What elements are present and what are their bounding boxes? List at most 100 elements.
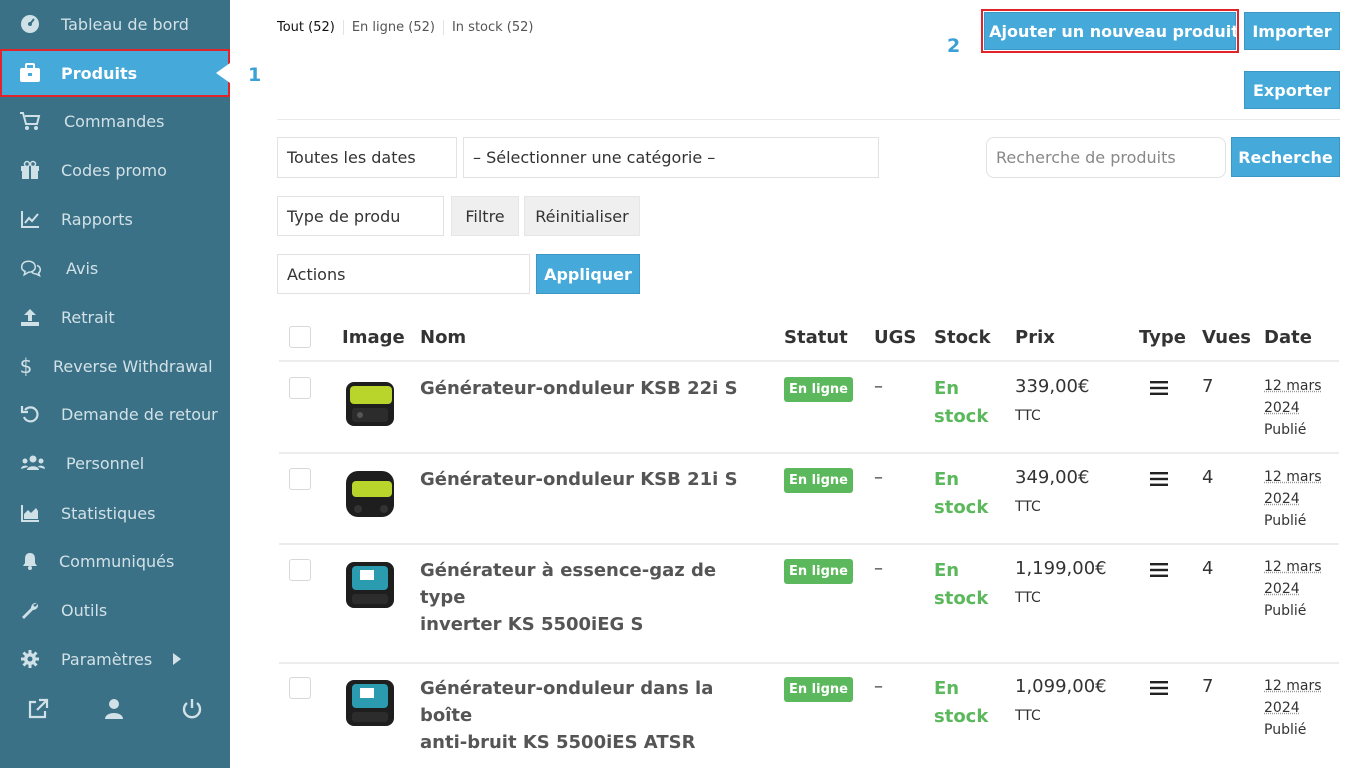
column-header-price[interactable]: Prix <box>1015 327 1055 348</box>
apply-button[interactable]: Appliquer <box>536 254 640 294</box>
divider <box>279 662 1339 664</box>
add-product-button[interactable]: Ajouter un nouveau produit <box>981 9 1239 53</box>
column-header-type: Type <box>1139 327 1186 348</box>
sidebar-item-communiques[interactable]: Communiqués <box>0 537 230 585</box>
status-badge: En ligne <box>784 677 853 702</box>
status-filter-links: Tout (52) En ligne (52) In stock (52) <box>277 20 550 35</box>
sidebar-footer <box>0 690 230 730</box>
wrench-icon <box>19 599 41 621</box>
upload-icon <box>19 306 41 328</box>
tax-label: TTC <box>1015 590 1041 606</box>
product-thumbnail[interactable] <box>342 674 398 730</box>
views-count: 4 <box>1202 467 1214 488</box>
sidebar-item-avis[interactable]: Avis <box>0 244 230 292</box>
sidebar-item-label: Communiqués <box>59 551 175 571</box>
date-value: 12 mars 2024 Publié <box>1264 678 1322 738</box>
dollar-icon: $ <box>19 354 33 378</box>
submenu-arrow-icon <box>173 653 181 665</box>
date-value: 12 mars 2024 Publié <box>1264 469 1322 529</box>
power-icon[interactable] <box>181 698 205 722</box>
menu-icon <box>1150 681 1168 695</box>
row-checkbox[interactable] <box>289 377 311 399</box>
annotation-marker-1: 1 <box>248 64 262 86</box>
row-checkbox[interactable] <box>289 677 311 699</box>
sidebar: Tableau de bord Produits Commandes Codes… <box>0 0 230 768</box>
annotation-marker-2: 2 <box>947 35 961 57</box>
column-header-name[interactable]: Nom <box>420 327 466 348</box>
status-link-online[interactable]: En ligne (52) <box>352 20 444 35</box>
date-filter-select[interactable]: Toutes les dates <box>277 137 457 178</box>
product-thumbnail[interactable] <box>342 556 398 612</box>
briefcase-icon <box>19 62 41 84</box>
sidebar-item-label: Produits <box>61 63 138 83</box>
date-value: 12 mars 2024 Publié <box>1264 378 1322 438</box>
cart-icon <box>19 110 41 132</box>
status-link-all[interactable]: Tout (52) <box>277 20 344 35</box>
product-search-input[interactable]: Recherche de produits <box>986 137 1226 178</box>
row-checkbox[interactable] <box>289 468 311 490</box>
price-value: 339,00€ <box>1015 376 1090 397</box>
reset-button[interactable]: Réinitialiser <box>524 196 640 236</box>
sidebar-item-label: Paramètres <box>61 649 153 669</box>
sidebar-item-label: Demande de retour <box>61 404 218 424</box>
product-name-link[interactable]: Générateur-onduleur dans la boîte anti-br… <box>420 675 760 756</box>
sidebar-item-label: Reverse Withdrawal <box>53 356 213 376</box>
status-link-in-stock[interactable]: In stock (52) <box>452 20 542 35</box>
sidebar-item-demande-de-retour[interactable]: Demande de retour <box>0 390 230 438</box>
row-checkbox[interactable] <box>289 559 311 581</box>
product-thumbnail[interactable] <box>342 374 398 430</box>
menu-icon <box>1150 563 1168 577</box>
sidebar-item-rapports[interactable]: Rapports <box>0 195 230 243</box>
column-header-sku[interactable]: UGS <box>874 327 916 348</box>
search-button[interactable]: Recherche <box>1231 137 1340 177</box>
product-type-select[interactable]: Type de produ <box>277 196 444 236</box>
price-value: 1,099,00€ <box>1015 676 1107 697</box>
sidebar-item-produits[interactable]: Produits <box>0 49 230 97</box>
column-header-date[interactable]: Date <box>1264 327 1312 348</box>
chart-line-icon <box>19 208 41 230</box>
user-icon[interactable] <box>103 698 127 722</box>
column-header-views: Vues <box>1202 327 1252 348</box>
stock-status: En stock <box>934 378 989 427</box>
sidebar-item-parametres[interactable]: Paramètres <box>0 635 230 683</box>
divider <box>277 119 1340 120</box>
sidebar-item-retrait[interactable]: Retrait <box>0 293 230 341</box>
menu-icon <box>1150 472 1168 486</box>
comments-icon <box>20 257 42 279</box>
sidebar-item-outils[interactable]: Outils <box>0 586 230 634</box>
sku-value: – <box>874 467 883 488</box>
users-icon <box>20 452 46 474</box>
column-header-stock: Stock <box>934 327 991 348</box>
sidebar-item-commandes[interactable]: Commandes <box>0 97 230 145</box>
product-name-link[interactable]: Générateur à essence-gaz de type inverter… <box>420 557 760 638</box>
sku-value: – <box>874 558 883 579</box>
category-filter-select[interactable]: – Sélectionner une catégorie – <box>463 137 879 178</box>
bell-icon <box>19 550 41 572</box>
sidebar-item-statistiques[interactable]: Statistiques <box>0 489 230 537</box>
import-button[interactable]: Importer <box>1244 12 1340 50</box>
tax-label: TTC <box>1015 499 1041 515</box>
date-value: 12 mars 2024 Publié <box>1264 559 1322 619</box>
product-name-link[interactable]: Générateur-onduleur KSB 22i S <box>420 375 760 402</box>
status-badge: En ligne <box>784 468 853 493</box>
gift-icon <box>19 159 41 181</box>
column-header-status: Statut <box>784 327 848 348</box>
price-value: 349,00€ <box>1015 467 1090 488</box>
sidebar-item-codes-promo[interactable]: Codes promo <box>0 146 230 194</box>
product-name-link[interactable]: Générateur-onduleur KSB 21i S <box>420 466 760 493</box>
filter-button[interactable]: Filtre <box>451 196 519 236</box>
undo-icon <box>19 403 41 425</box>
views-count: 7 <box>1202 676 1214 697</box>
sidebar-item-personnel[interactable]: Personnel <box>0 439 230 487</box>
sidebar-item-label: Personnel <box>66 453 145 473</box>
external-link-icon[interactable] <box>27 698 51 722</box>
sidebar-item-reverse-withdrawal[interactable]: $ Reverse Withdrawal <box>0 342 230 390</box>
export-button[interactable]: Exporter <box>1244 71 1340 109</box>
sidebar-item-tableau-de-bord[interactable]: Tableau de bord <box>0 0 230 48</box>
product-thumbnail[interactable] <box>342 465 398 521</box>
bulk-actions-select[interactable]: Actions <box>277 254 530 294</box>
stock-status: En stock <box>934 560 989 609</box>
tax-label: TTC <box>1015 408 1041 424</box>
add-product-label: Ajouter un nouveau produit <box>989 21 1239 41</box>
select-all-checkbox[interactable] <box>289 326 311 348</box>
